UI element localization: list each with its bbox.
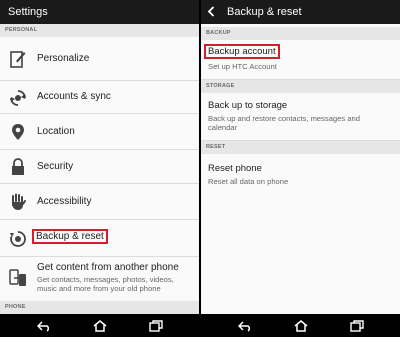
recents-icon[interactable] <box>350 319 364 332</box>
settings-item-label: Location <box>37 126 75 137</box>
settings-item-accessibility[interactable]: Accessibility <box>0 184 199 220</box>
lock-icon <box>8 157 28 177</box>
reset-phone-item[interactable]: Reset phone Reset all data on phone <box>201 154 400 194</box>
section-header-personal: PERSONAL <box>0 24 199 37</box>
settings-item-accounts-sync[interactable]: Accounts & sync <box>0 81 199 114</box>
settings-item-label: Accessibility <box>37 196 92 207</box>
backup-account-sublabel: Set up HTC Account <box>208 62 277 71</box>
settings-item-label: Personalize <box>37 53 90 64</box>
settings-item-get-content[interactable]: Get content from another phone Get conta… <box>0 257 199 301</box>
recents-icon[interactable] <box>149 319 163 332</box>
settings-item-backup-reset[interactable]: Backup & reset <box>0 220 199 257</box>
settings-item-security[interactable]: Security <box>0 150 199 184</box>
hand-icon <box>8 192 28 212</box>
section-header-storage: STORAGE <box>201 80 400 93</box>
backup-account-label: Backup account <box>204 44 280 59</box>
backup-to-storage-item[interactable]: Back up to storage Back up and restore c… <box>201 93 400 141</box>
settings-item-label: Security <box>37 161 74 172</box>
settings-item-personalize[interactable]: Personalize <box>0 37 199 81</box>
settings-item-label: Get content from another phone <box>37 262 179 273</box>
section-header-backup: BACKUP <box>201 27 400 40</box>
backup-title: Backup & reset <box>227 6 302 18</box>
backup-action-bar: Backup & reset <box>201 0 400 24</box>
backup-to-storage-label: Back up to storage <box>208 100 288 111</box>
back-icon[interactable] <box>237 319 252 332</box>
reset-phone-label: Reset phone <box>208 163 262 174</box>
backup-reset-pane: Backup & reset BACKUP Backup account Set… <box>201 0 400 337</box>
settings-item-label: Backup & reset <box>32 229 108 244</box>
settings-title: Settings <box>8 6 48 18</box>
settings-action-bar: Settings <box>0 0 199 24</box>
nav-bar-left <box>0 314 199 337</box>
back-chevron-icon[interactable] <box>207 5 221 20</box>
location-pin-icon <box>8 122 28 142</box>
settings-pane: Settings PERSONAL Personalize Accounts &… <box>0 0 199 337</box>
nav-bar-right <box>201 314 400 337</box>
settings-item-label: Accounts & sync <box>37 91 111 102</box>
back-icon[interactable] <box>36 319 51 332</box>
backup-icon <box>8 229 28 249</box>
settings-item-location[interactable]: Location <box>0 114 199 150</box>
section-header-phone: PHONE <box>0 301 199 314</box>
home-icon[interactable] <box>93 319 107 332</box>
settings-item-sublabel: Get contacts, messages, photos, videos, … <box>37 275 174 293</box>
section-header-reset: RESET <box>201 141 400 154</box>
backup-to-storage-sublabel: Back up and restore contacts, messages a… <box>208 114 360 132</box>
sync-icon <box>8 88 28 108</box>
backup-account-item[interactable]: Backup account Set up HTC Account <box>201 40 400 80</box>
personalize-icon <box>8 49 28 69</box>
reset-phone-sublabel: Reset all data on phone <box>208 177 289 186</box>
transfer-phone-icon <box>8 268 28 288</box>
home-icon[interactable] <box>294 319 308 332</box>
